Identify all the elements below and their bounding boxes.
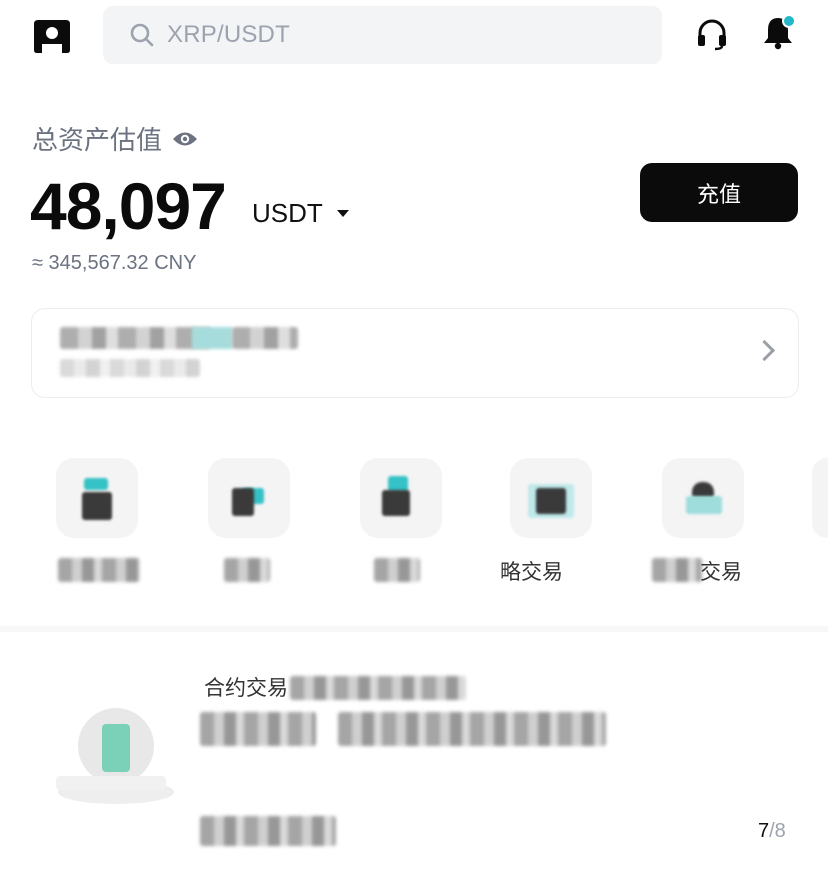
page-total: /8 bbox=[769, 820, 786, 842]
blurred-text bbox=[60, 327, 210, 349]
copy-icon[interactable] bbox=[360, 458, 442, 538]
blurred-label bbox=[374, 558, 420, 582]
more-action-card[interactable] bbox=[812, 458, 828, 538]
blurred-text bbox=[290, 676, 466, 700]
promo-illustration bbox=[46, 706, 176, 806]
blurred-text bbox=[200, 816, 336, 846]
cny-equivalent: ≈ 345,567.32 CNY bbox=[32, 252, 197, 274]
currency-label: USDT bbox=[252, 198, 323, 228]
balance-amount: 48,097 bbox=[30, 169, 227, 243]
search-bar[interactable]: XRP/USDT bbox=[103, 6, 662, 64]
eye-icon[interactable] bbox=[172, 130, 198, 148]
exchange-logo-icon[interactable] bbox=[32, 16, 72, 54]
strategy-icon[interactable] bbox=[510, 458, 592, 538]
blurred-text bbox=[200, 712, 316, 746]
notification-dot bbox=[782, 14, 796, 28]
grid-icon[interactable] bbox=[208, 458, 290, 538]
blurred-text bbox=[60, 359, 200, 377]
trade-icon[interactable] bbox=[662, 458, 744, 538]
strategy-trade-label: 略交易 bbox=[500, 560, 563, 584]
page-indicator: 7/8 bbox=[758, 820, 786, 843]
total-assets-label: 总资产估值 bbox=[32, 126, 163, 156]
blurred-label bbox=[224, 558, 270, 582]
blurred-text bbox=[192, 327, 232, 349]
blurred-text bbox=[232, 327, 298, 349]
gift-icon[interactable] bbox=[56, 458, 138, 538]
announcement-banner[interactable] bbox=[31, 308, 799, 398]
asset-label-row: 总资产估值 bbox=[32, 120, 198, 157]
blurred-label bbox=[58, 558, 140, 582]
caret-down-icon bbox=[336, 210, 349, 217]
page-current: 7 bbox=[758, 820, 770, 842]
search-placeholder: XRP/USDT bbox=[167, 21, 290, 48]
search-icon bbox=[130, 23, 154, 47]
chevron-right-icon bbox=[753, 339, 776, 362]
headset-icon[interactable] bbox=[692, 14, 732, 54]
blurred-label bbox=[652, 558, 702, 582]
section-divider bbox=[0, 626, 828, 632]
trade-label: 交易 bbox=[700, 560, 742, 584]
blurred-text bbox=[338, 712, 606, 746]
deposit-button[interactable]: 充值 bbox=[640, 163, 798, 222]
promo-title: 合约交易 bbox=[204, 676, 288, 700]
bell-icon[interactable] bbox=[758, 12, 798, 52]
currency-selector[interactable]: USDT bbox=[252, 198, 349, 229]
